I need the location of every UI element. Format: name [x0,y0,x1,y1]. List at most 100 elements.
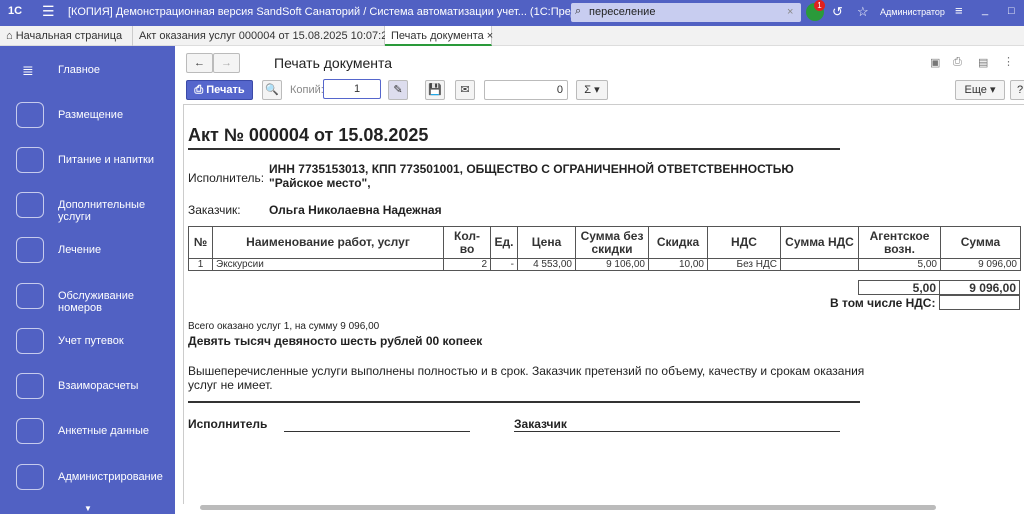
more-vertical-icon[interactable]: ⋮ [1003,55,1014,68]
save-icon[interactable]: ▣ [930,56,940,69]
back-button[interactable]: ← [186,53,213,73]
sidebar-item-label: Питание и напитки [58,154,154,166]
sidebar-item-label: Взаиморасчеты [58,380,139,392]
forward-button[interactable]: → [213,53,240,73]
sum-field[interactable]: 0 [484,80,568,100]
cell: 4 553,00 [517,258,576,271]
edit-button[interactable]: ✎ [388,80,408,100]
col-qty: Кол-во [443,226,491,259]
total-agent-fee: 5,00 [858,280,940,295]
close-icon[interactable]: × [487,30,493,42]
sidebar-item-room-service[interactable]: Обслуживание номеров [0,277,175,317]
table-row: 1 Экскурсии 2 - 4 553,00 9 106,00 10,00 … [188,258,1021,271]
clear-icon[interactable]: × [787,6,793,18]
search-icon: ⌕ [575,5,582,17]
services-icon [16,192,44,218]
search-value: переселение [589,6,656,18]
sidebar-item-label: Главное [58,64,101,76]
print-icon[interactable]: ⎙ [953,56,962,69]
sidebar-item-extra-services[interactable]: Дополнительные услуги [0,186,175,226]
customer-signature-label: Заказчик [514,417,567,431]
cell: Экскурсии [212,258,444,271]
cell: 10,00 [648,258,708,271]
divider [188,401,860,403]
cell [780,258,859,271]
window-title: [КОПИЯ] Демонстрационная версия SandSoft… [68,6,623,18]
history-icon[interactable]: ↺ [832,4,843,20]
help-button[interactable]: ? [1010,80,1024,100]
save-button[interactable]: 💾 [425,80,445,100]
sidebar-item-accommodation[interactable]: Размещение [0,96,175,136]
sigma-icon: Σ [584,84,592,96]
customer-value: Ольга Николаевна Надежная [269,203,442,217]
col-vat-sum: Сумма НДС [780,226,859,259]
settings-menu-icon[interactable]: ≡ [955,3,963,18]
tab-print[interactable]: Печать документа × [385,26,493,46]
col-sum: Сумма [940,226,1021,259]
cell: 1 [188,258,213,271]
sidebar-item-admin[interactable]: Администрирование [0,458,175,498]
search-input[interactable]: ⌕ переселение × [571,3,801,22]
executor-value: ИНН 7735153013, КПП 773501001, ОБЩЕСТВО … [269,162,794,176]
preview-button[interactable]: 🔍 [262,80,282,100]
sidebar-item-settlements[interactable]: Взаиморасчеты [0,367,175,407]
cloche-icon [16,147,44,173]
tab-label: Начальная страница [15,30,123,42]
sidebar-item-label: Администрирование [58,471,163,483]
print-label: Печать [206,84,245,96]
scroll-down-icon[interactable]: ▼ [84,504,92,513]
horizontal-scrollbar[interactable] [200,505,936,510]
tab-label: Печать документа [391,30,484,42]
favorites-star-icon[interactable]: ☆ [857,4,869,20]
cell: Без НДС [707,258,781,271]
sum-type-dropdown[interactable]: Σ ▾ [576,80,608,100]
tab-home[interactable]: ⌂ Начальная страница [0,26,133,46]
app-logo: 1С [8,5,23,17]
col-discount: Скидка [648,226,708,259]
voucher-icon [16,328,44,354]
notification-badge: 1 [814,0,825,11]
sidebar-item-vouchers[interactable]: Учет путевок [0,322,175,362]
menu-icon[interactable]: ☰ [42,3,55,20]
sidebar-item-label: Размещение [58,109,124,121]
tab-label: Акт оказания услуг 000004 от 15.08.2025 … [139,30,394,42]
copies-value: 1 [354,83,361,95]
summary-text: Всего оказано услуг 1, на сумму 9 096,00 [188,321,380,332]
cell: - [490,258,518,271]
col-agent-fee: Агентское возн. [858,226,941,259]
executor-label: Исполнитель: [188,171,265,185]
medical-hands-icon [16,237,44,263]
tab-act[interactable]: Акт оказания услуг 000004 от 15.08.2025 … [133,26,403,46]
col-vat: НДС [707,226,781,259]
room-service-icon [16,283,44,309]
email-button[interactable]: ✉ [455,80,475,100]
help-label: ? [1016,84,1024,96]
vat-label: В том числе НДС: [830,296,936,310]
minimize-icon[interactable]: _ [982,4,988,16]
user-name[interactable]: Администратор [880,7,945,17]
sidebar-item-label: Анкетные данные [58,425,150,437]
list-icon: ≣ [22,62,34,78]
col-number: № [188,226,213,259]
col-sum-no-discount: Сумма без скидки [575,226,649,259]
executor-signature-label: Исполнитель [188,417,268,431]
signature-line [514,431,840,432]
cell: 9 106,00 [575,258,649,271]
note-text: Вышеперечисленные услуги выполнены полно… [188,364,865,378]
sidebar-item-food[interactable]: Питание и напитки [0,141,175,181]
maximize-icon[interactable]: □ [1008,5,1015,17]
copies-input[interactable]: 1 [323,79,381,99]
sidebar-item-profiles[interactable]: Анкетные данные [0,412,175,452]
gear-icon [16,464,44,490]
signature-line [284,431,470,432]
print-button[interactable]: ⎙ Печать [186,80,253,100]
sidebar-item-treatment[interactable]: Лечение [0,231,175,271]
sidebar-item-main[interactable]: ≣ Главное [0,51,175,91]
preview-icon[interactable]: ▤ [978,56,988,69]
sidebar-item-label: Обслуживание номеров [58,290,134,314]
sidebar-item-label: Лечение [58,244,102,256]
document-heading: Акт № 000004 от 15.08.2025 [188,125,429,145]
cell: 5,00 [858,258,941,271]
more-button[interactable]: Еще ▾ [955,80,1005,100]
col-name: Наименование работ, услуг [212,226,444,259]
